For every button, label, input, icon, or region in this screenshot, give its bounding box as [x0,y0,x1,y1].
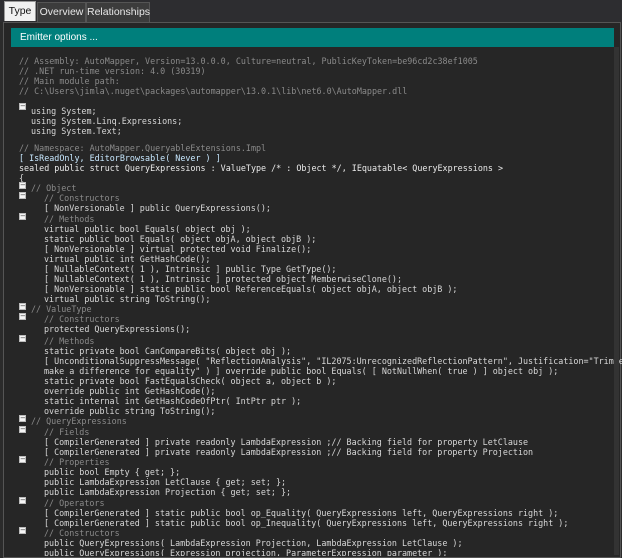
code-line: [ NullableContext( 1 ), Intrinsic ] publ… [44,264,337,274]
collapse-toggle[interactable] [19,497,26,504]
code-line: [ IsReadOnly, EditorBrowsable( Never ) ] [19,153,221,163]
code-line: // Fields [44,427,90,437]
code-line: static public bool Equals( object objA, … [44,234,317,244]
code-line: static internal int GetHashCodeOfPtr( In… [44,396,302,406]
code-line: protected QueryExpressions(); [44,324,191,334]
code-line: sealed public struct QueryExpressions : … [19,163,504,173]
collapse-toggle[interactable] [19,303,26,310]
code-line: using System.Linq.Expressions; [31,116,183,126]
code-line: using System; [31,106,97,116]
code-line: // QueryExpressions [31,416,127,426]
collapse-toggle[interactable] [19,527,26,534]
code-line: // .NET run-time version: 4.0 (30319) [19,66,206,76]
code-line: [ NonVersionable ] static public bool Re… [44,284,458,294]
code-line: make a difference for equality" ) ] over… [44,366,559,376]
collapse-toggle[interactable] [19,103,26,110]
code-line: // Operators [44,498,105,508]
code-line: [ UnconditionalSuppressMessage( "Reflect… [44,356,622,366]
code-line: virtual public int GetHashCode(); [44,254,211,264]
code-line: override public int GetHashCode(); [44,386,216,396]
collapse-toggle[interactable] [19,182,26,189]
collapse-toggle[interactable] [19,192,26,199]
collapse-toggle[interactable] [19,335,26,342]
vertical-scrollbar[interactable] [614,47,619,555]
code-line: [ CompilerGenerated ] static public bool… [44,518,569,528]
code-line: virtual public bool Equals( object obj )… [44,224,251,234]
code-line: using System.Text; [31,126,122,136]
code-line: // Object [31,183,77,193]
code-line: // Constructors [44,314,120,324]
collapse-toggle[interactable] [19,426,26,433]
code-line: // Properties [44,457,110,467]
code-line: // Constructors [44,528,120,538]
code-line: [ NonVersionable ] virtual protected voi… [44,244,312,254]
code-line: // Methods [44,214,95,224]
code-line: static private bool CanCompareBits( obje… [44,346,292,356]
collapse-toggle[interactable] [19,456,26,463]
code-line: public LambdaExpression LetClause { get;… [44,477,287,487]
code-line: // Constructors [44,193,120,203]
code-line: [ NullableContext( 1 ), Intrinsic ] prot… [44,274,402,284]
code-line: override public string ToString(); [44,406,216,416]
code-line: // Assembly: AutoMapper, Version=13.0.0.… [19,56,478,66]
collapse-toggle[interactable] [19,213,26,220]
code-line: public QueryExpressions( LambdaExpressio… [44,538,463,548]
code-line: static private bool FastEqualsCheck( obj… [44,376,337,386]
code-view: // Assembly: AutoMapper, Version=13.0.0.… [0,0,622,556]
code-line: public QueryExpressions( Expression proj… [44,548,448,556]
code-line: virtual public string ToString(); [44,294,211,304]
code-line: public LambdaExpression Projection { get… [44,487,292,497]
code-line: // Methods [44,336,95,346]
collapse-toggle[interactable] [19,415,26,422]
code-line: [ CompilerGenerated ] private readonly L… [44,437,529,447]
code-line: // C:\Users\jimla\.nuget\packages\automa… [19,86,408,96]
code-line: public bool Empty { get; }; [44,467,181,477]
code-line: [ NonVersionable ] public QueryExpressio… [44,203,271,213]
code-line: [ CompilerGenerated ] static public bool… [44,508,559,518]
code-line: // ValueType [31,304,92,314]
collapse-toggle[interactable] [19,313,26,320]
code-line: // Namespace: AutoMapper.QueryableExtens… [19,143,267,153]
code-line: [ CompilerGenerated ] private readonly L… [44,447,534,457]
code-line: // Main module path: [19,76,120,86]
